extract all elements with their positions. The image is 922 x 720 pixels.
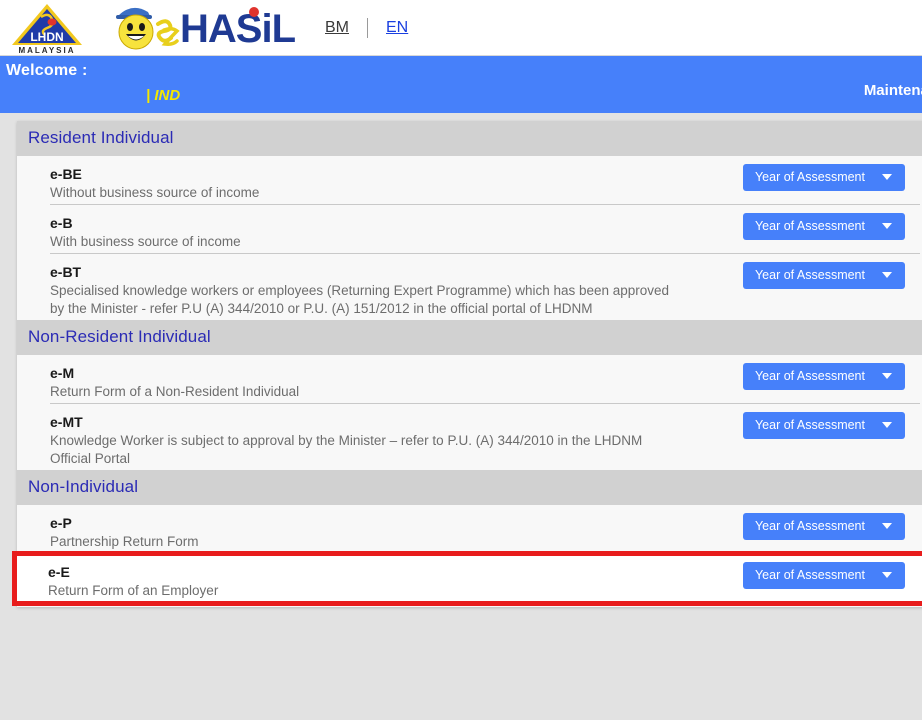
year-of-assessment-button-e-m[interactable]: Year of Assessment (742, 363, 905, 390)
year-of-assessment-button-e-mt[interactable]: Year of Assessment (742, 412, 905, 439)
form-row-e-p[interactable]: e-P Partnership Return Form Year of Asse… (17, 505, 922, 554)
chevron-down-icon (882, 373, 892, 379)
chevron-down-icon (882, 272, 892, 278)
user-type-tag: | IND (146, 87, 181, 104)
form-row-e-b[interactable]: e-B With business source of income Year … (17, 205, 922, 254)
lang-en-link[interactable]: EN (386, 19, 408, 37)
hasil-wordmark: HASiL (180, 7, 296, 51)
language-switcher[interactable]: BM EN (325, 18, 408, 38)
form-description: Without business source of income (50, 185, 260, 200)
year-of-assessment-label: Year of Assessment (754, 170, 865, 184)
year-of-assessment-button-e-b[interactable]: Year of Assessment (742, 213, 905, 240)
form-description: Return Form of a Non-Resident Individual (50, 384, 300, 399)
welcome-banner: Welcome : | IND Maintenan (0, 56, 922, 113)
form-row-e-e[interactable]: e-E Return Form of an Employer Year of A… (12, 551, 922, 606)
page-background: Resident Individual e-BE Without busines… (0, 113, 922, 720)
chevron-down-icon (882, 422, 892, 428)
year-of-assessment-label: Year of Assessment (754, 219, 865, 233)
lhdn-logo-text: LHDN (30, 30, 63, 44)
year-of-assessment-button-e-e[interactable]: Year of Assessment (742, 562, 905, 589)
form-description: Partnership Return Form (50, 534, 199, 549)
form-row-e-be[interactable]: e-BE Without business source of income Y… (17, 156, 922, 205)
chevron-down-icon (882, 223, 892, 229)
section-header-non-resident-individual: Non-Resident Individual (17, 320, 922, 355)
ez-hasil-logo: HASiL (106, 0, 296, 55)
year-of-assessment-button-e-p[interactable]: Year of Assessment (742, 513, 905, 540)
section-header-non-individual: Non-Individual (17, 470, 922, 505)
chevron-down-icon (882, 523, 892, 529)
form-description: Knowledge Worker is subject to approval … (50, 433, 643, 466)
form-row-e-bt[interactable]: e-BT Specialised knowledge workers or em… (17, 254, 922, 320)
chevron-down-icon (882, 572, 892, 578)
form-row-e-mt[interactable]: e-MT Knowledge Worker is subject to appr… (17, 404, 922, 470)
welcome-label: Welcome : (6, 62, 88, 79)
form-description: Specialised knowledge workers or employe… (50, 283, 670, 316)
section-rows-non-resident-individual: e-M Return Form of a Non-Resident Indivi… (17, 355, 922, 470)
lang-bm-link[interactable]: BM (325, 19, 349, 37)
section-header-resident-individual: Resident Individual (17, 121, 922, 156)
year-of-assessment-button-e-bt[interactable]: Year of Assessment (742, 262, 905, 289)
year-of-assessment-label: Year of Assessment (754, 519, 865, 533)
year-of-assessment-label: Year of Assessment (754, 369, 865, 383)
form-list-panel: Resident Individual e-BE Without busines… (12, 121, 922, 607)
section-rows-non-individual: e-P Partnership Return Form Year of Asse… (12, 505, 922, 606)
section-rows-resident-individual: e-BE Without business source of income Y… (17, 156, 922, 320)
year-of-assessment-label: Year of Assessment (754, 568, 865, 582)
lang-separator (367, 18, 368, 38)
year-of-assessment-label: Year of Assessment (754, 268, 865, 282)
year-of-assessment-label: Year of Assessment (754, 418, 865, 432)
form-row-e-m[interactable]: e-M Return Form of a Non-Resident Indivi… (17, 355, 922, 404)
form-description: Return Form of an Employer (48, 583, 219, 598)
maintenance-label: Maintenan (863, 82, 922, 99)
top-logo-bar: LHDN MALAYSIA HASiL BM EN (0, 0, 922, 56)
lhdn-logo-subtext: MALAYSIA (18, 46, 75, 55)
lhdn-malaysia-logo: LHDN MALAYSIA (8, 1, 86, 55)
year-of-assessment-button-e-be[interactable]: Year of Assessment (742, 164, 905, 191)
chevron-down-icon (882, 174, 892, 180)
form-description: With business source of income (50, 234, 241, 249)
